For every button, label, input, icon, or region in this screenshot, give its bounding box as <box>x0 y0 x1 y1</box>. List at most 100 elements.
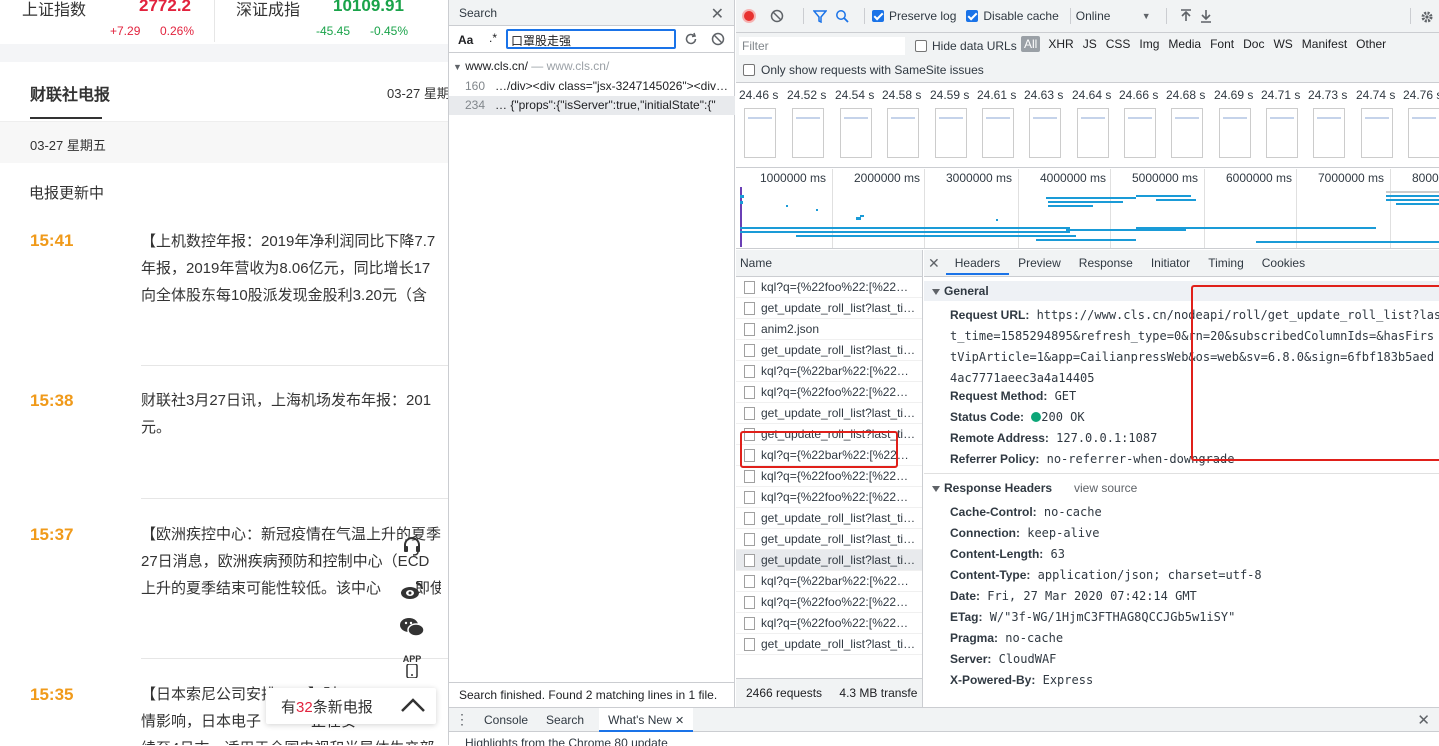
headset-icon[interactable] <box>398 532 426 560</box>
tab-preview[interactable]: Preview <box>1009 251 1070 275</box>
disable-cache-checkbox[interactable] <box>966 10 979 22</box>
type-filter-all[interactable]: All <box>1021 36 1041 52</box>
drawer-menu-icon[interactable]: ⋮ <box>449 711 475 728</box>
filmstrip-frame[interactable] <box>1219 108 1251 158</box>
request-row[interactable]: get_update_roll_list?last_ti… <box>736 403 922 424</box>
request-row[interactable]: get_update_roll_list?last_ti… <box>736 298 922 319</box>
drawer-tab-console[interactable]: Console <box>475 708 537 732</box>
new-news-notice[interactable]: 有32条新电报 <box>266 688 436 724</box>
news-item[interactable]: 财联社3月27日讯，上海机场发布年报：201 元。 <box>141 387 448 441</box>
view-source-link[interactable]: view source <box>1074 481 1137 495</box>
request-row[interactable]: get_update_roll_list?last_ti… <box>736 550 922 571</box>
dropdown-arrow-icon[interactable]: ▼ <box>1142 11 1151 21</box>
tab-response[interactable]: Response <box>1070 251 1142 275</box>
filmstrip-frame[interactable] <box>1124 108 1156 158</box>
filmstrip-frame[interactable] <box>744 108 776 158</box>
clear-log-icon[interactable] <box>770 9 784 23</box>
result-row[interactable]: 160 …/div><div class="jsx-3247145026"><d… <box>449 77 735 96</box>
type-filter-manifest[interactable]: Manifest <box>1302 36 1347 52</box>
request-row[interactable]: anim2.json <box>736 319 922 340</box>
filmstrip-frame[interactable] <box>935 108 967 158</box>
filmstrip-frame[interactable] <box>1408 108 1439 158</box>
filmstrip-frame[interactable] <box>1313 108 1345 158</box>
news-item[interactable]: 【欧洲疾控中心：新冠疫情在气温上升的夏季 27日消息，欧洲疾病预防和控制中心（E… <box>141 521 441 602</box>
request-row[interactable]: kql?q={%22foo%22:[%22… <box>736 613 922 634</box>
request-name: get_update_roll_list?last_ti… <box>761 511 916 525</box>
overview-timeline[interactable]: 1000000 ms 2000000 ms 3000000 ms 4000000… <box>736 169 1439 249</box>
request-row[interactable]: get_update_roll_list?last_ti… <box>736 634 922 655</box>
hide-data-urls-checkbox[interactable] <box>915 40 927 52</box>
close-drawer-icon[interactable]: ✕ <box>1417 711 1430 729</box>
tab-headers[interactable]: Headers <box>945 251 1010 275</box>
request-row[interactable]: kql?q={%22foo%22:[%22… <box>736 277 922 298</box>
tab-initiator[interactable]: Initiator <box>1142 251 1199 275</box>
response-headers-toggle[interactable]: Response Headers <box>932 481 1052 495</box>
chevron-up-icon[interactable] <box>400 697 426 713</box>
wechat-icon[interactable] <box>398 613 426 641</box>
app-label: APP <box>402 654 422 664</box>
request-row[interactable]: get_update_roll_list?last_ti… <box>736 529 922 550</box>
filmstrip-frame[interactable] <box>840 108 872 158</box>
filter-icon[interactable] <box>813 9 827 23</box>
result-row-selected[interactable]: 234 … {"props":{"isServer":true,"initial… <box>449 96 735 115</box>
result-file[interactable]: ▼ www.cls.cn/ — www.cls.cn/ <box>453 59 609 73</box>
type-filter-ws[interactable]: WS <box>1273 36 1292 52</box>
refresh-icon[interactable] <box>684 32 698 46</box>
weibo-icon[interactable] <box>398 576 426 604</box>
news-item[interactable]: 【上机数控年报：2019年净利润同比下降7.7 年报，2019年营收为8.06亿… <box>141 228 448 309</box>
request-row[interactable]: kql?q={%22foo%22:[%22… <box>736 382 922 403</box>
request-row[interactable]: kql?q={%22foo%22:[%22… <box>736 592 922 613</box>
filmstrip-frame[interactable] <box>1029 108 1061 158</box>
filmstrip-frame[interactable] <box>792 108 824 158</box>
request-method-value: GET <box>1054 389 1077 403</box>
app-download-icon[interactable]: APP <box>398 652 426 680</box>
drawer-tab-search[interactable]: Search <box>537 708 593 732</box>
request-row[interactable]: get_update_roll_list?last_ti… <box>736 340 922 361</box>
type-filter-css[interactable]: CSS <box>1106 36 1131 52</box>
request-row[interactable]: kql?q={%22foo%22:[%22… <box>736 487 922 508</box>
throttle-select[interactable]: Online <box>1076 9 1142 23</box>
filmstrip-frame[interactable] <box>982 108 1014 158</box>
clear-icon[interactable] <box>711 32 725 46</box>
type-filter-xhr[interactable]: XHR <box>1048 36 1073 52</box>
request-row[interactable]: kql?q={%22bar%22:[%22… <box>736 361 922 382</box>
header-key: Connection: <box>950 526 1020 540</box>
filmstrip-frame[interactable] <box>1266 108 1298 158</box>
tab-cookies[interactable]: Cookies <box>1253 251 1314 275</box>
filter-input[interactable]: Filter <box>739 37 905 55</box>
record-icon[interactable] <box>742 9 756 23</box>
search-icon[interactable] <box>835 9 849 23</box>
export-har-icon[interactable] <box>1200 9 1212 23</box>
import-har-icon[interactable] <box>1180 9 1192 23</box>
news-line: 向全体股东每10股派发现金股利3.20元（含 <box>141 287 427 304</box>
samesite-checkbox[interactable] <box>743 64 755 76</box>
filmstrip-time: 24.54 s <box>835 88 875 102</box>
drawer-tab-whats-new[interactable]: What's New ✕ <box>599 707 694 732</box>
preserve-log-checkbox[interactable] <box>872 10 884 22</box>
request-row[interactable]: kql?q={%22foo%22:[%22… <box>736 466 922 487</box>
type-filter-doc[interactable]: Doc <box>1243 36 1264 52</box>
match-case-toggle[interactable]: Aa <box>458 33 473 47</box>
gear-icon[interactable] <box>1420 10 1434 24</box>
close-detail-icon[interactable]: ✕ <box>928 255 940 272</box>
general-section-toggle[interactable]: General <box>932 284 989 298</box>
type-filter-media[interactable]: Media <box>1168 36 1201 52</box>
request-row[interactable]: get_update_roll_list?last_ti… <box>736 508 922 529</box>
filmstrip-frame[interactable] <box>1361 108 1393 158</box>
filmstrip-frame[interactable] <box>1171 108 1203 158</box>
close-icon[interactable]: ✕ <box>711 4 724 24</box>
request-row[interactable]: kql?q={%22bar%22:[%22… <box>736 571 922 592</box>
section-title[interactable]: 财联社电报 <box>30 81 110 105</box>
type-filter-js[interactable]: JS <box>1083 36 1097 52</box>
name-column-header[interactable]: Name <box>736 250 922 277</box>
type-filter-img[interactable]: Img <box>1139 36 1159 52</box>
close-tab-icon[interactable]: ✕ <box>675 715 684 727</box>
tab-timing[interactable]: Timing <box>1199 251 1253 275</box>
type-filter-other[interactable]: Other <box>1356 36 1386 52</box>
regex-toggle[interactable]: .* <box>489 31 497 45</box>
type-filter-font[interactable]: Font <box>1210 36 1234 52</box>
filmstrip-frame[interactable] <box>1077 108 1109 158</box>
filmstrip[interactable]: 24.46 s 24.52 s 24.54 s 24.58 s 24.59 s … <box>736 84 1439 168</box>
filmstrip-frame[interactable] <box>887 108 919 158</box>
search-input[interactable]: 口罩股走强 <box>506 29 676 49</box>
